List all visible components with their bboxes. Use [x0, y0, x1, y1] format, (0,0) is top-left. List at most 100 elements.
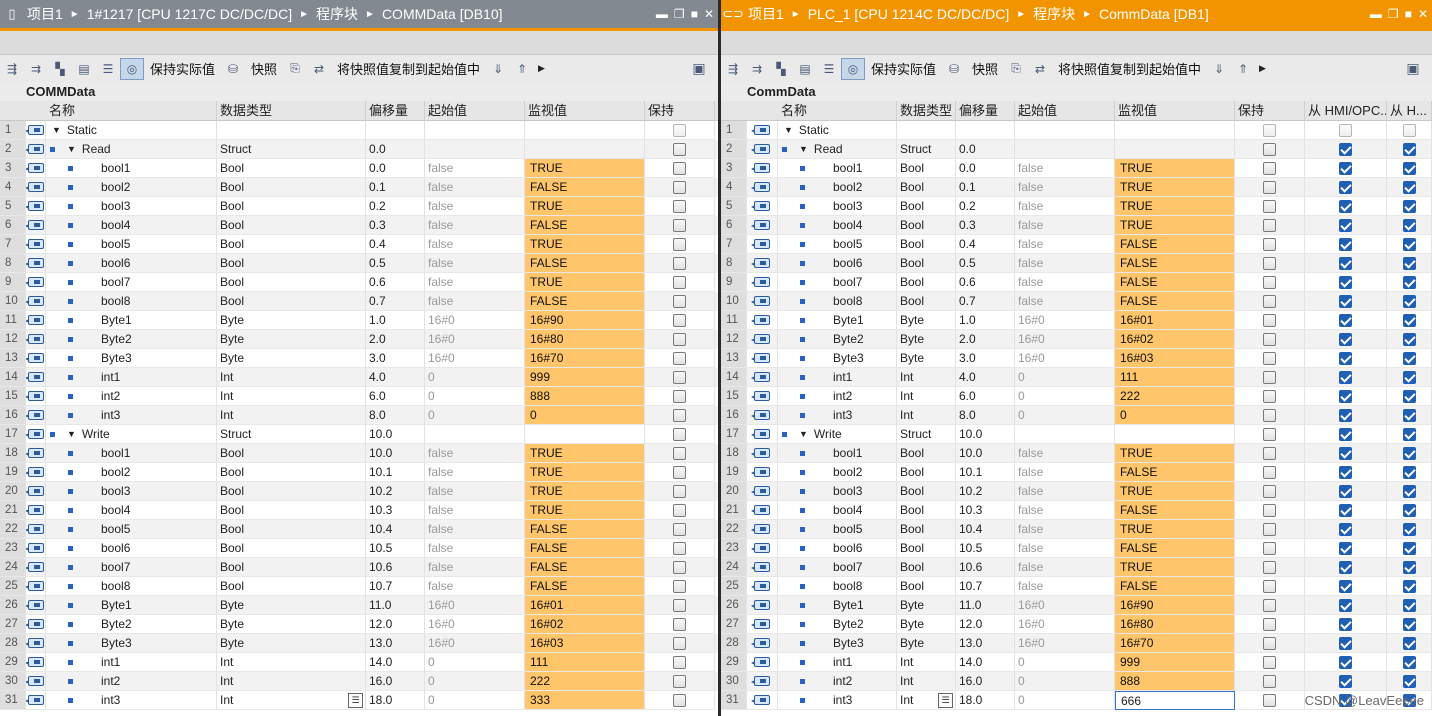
retain-checkbox[interactable]: [1263, 655, 1276, 669]
table-row[interactable]: 21 bool4 Bool 10.3 false TRUE: [0, 501, 718, 520]
data-type[interactable]: Bool: [217, 178, 366, 197]
monitor-value[interactable]: FALSE: [1115, 501, 1235, 520]
data-type[interactable]: Bool: [897, 539, 956, 558]
hmi-write-cell[interactable]: [1387, 121, 1432, 140]
monitor-value[interactable]: FALSE: [525, 558, 645, 577]
data-type[interactable]: Bool: [217, 292, 366, 311]
variable-name-cell[interactable]: ▼ Static: [46, 121, 217, 140]
start-value[interactable]: false: [1015, 273, 1115, 292]
data-type[interactable]: Bool: [217, 216, 366, 235]
start-value[interactable]: 0: [1015, 691, 1115, 710]
layout-icon[interactable]: ▣: [1402, 58, 1424, 78]
data-type[interactable]: Byte: [217, 311, 366, 330]
hmi-access-cell[interactable]: [1305, 672, 1387, 691]
data-type[interactable]: Int: [217, 653, 366, 672]
retain-cell[interactable]: [645, 235, 715, 254]
monitor-value[interactable]: 0: [525, 406, 645, 425]
monitor-value[interactable]: FALSE: [1115, 273, 1235, 292]
hmi-write-checkbox[interactable]: [1402, 560, 1416, 574]
variable-name-cell[interactable]: int1: [778, 653, 897, 672]
monitor-value[interactable]: TRUE: [525, 197, 645, 216]
retain-checkbox[interactable]: [673, 199, 686, 213]
retain-checkbox[interactable]: [673, 161, 686, 175]
table-row[interactable]: 27 Byte2 Byte 12.0 16#0 16#02: [0, 615, 718, 634]
start-value[interactable]: false: [425, 463, 525, 482]
hmi-access-checkbox[interactable]: [1339, 617, 1352, 631]
hmi-write-cell[interactable]: [1387, 425, 1432, 444]
retain-cell[interactable]: [1235, 615, 1305, 634]
retain-checkbox[interactable]: [1263, 294, 1276, 308]
monitor-value[interactable]: TRUE: [1115, 197, 1235, 216]
data-type[interactable]: Byte: [897, 634, 956, 653]
close-icon[interactable]: ✕: [704, 7, 714, 21]
retain-checkbox[interactable]: [1263, 408, 1276, 422]
retain-cell[interactable]: [1235, 463, 1305, 482]
monitor-value[interactable]: TRUE: [1115, 482, 1235, 501]
hmi-access-checkbox[interactable]: [1339, 579, 1352, 593]
variable-name-cell[interactable]: int3: [778, 691, 897, 710]
data-type[interactable]: Bool: [897, 482, 956, 501]
list-icon[interactable]: ☰: [817, 58, 841, 80]
monitor-value[interactable]: 888: [525, 387, 645, 406]
hmi-write-cell[interactable]: [1387, 558, 1432, 577]
variable-name-cell[interactable]: bool1: [46, 159, 217, 178]
hmi-access-checkbox[interactable]: [1339, 541, 1352, 555]
start-value[interactable]: 0: [1015, 406, 1115, 425]
monitor-value[interactable]: TRUE: [1115, 520, 1235, 539]
start-value[interactable]: false: [1015, 444, 1115, 463]
variable-name-cell[interactable]: int1: [778, 368, 897, 387]
hmi-access-cell[interactable]: [1305, 178, 1387, 197]
edit-icon[interactable]: ☰: [938, 693, 953, 708]
variable-name-cell[interactable]: bool5: [778, 235, 897, 254]
monitor-value[interactable]: 888: [1115, 672, 1235, 691]
data-type[interactable]: Bool: [897, 216, 956, 235]
hmi-write-checkbox[interactable]: [1402, 522, 1416, 536]
table-row[interactable]: 30 int2 Int 16.0 0 222: [0, 672, 718, 691]
table-row[interactable]: 13 Byte3 Byte 3.0 16#0 16#70: [0, 349, 718, 368]
retain-checkbox[interactable]: [1263, 218, 1276, 232]
retain-cell[interactable]: [1235, 482, 1305, 501]
hmi-write-checkbox[interactable]: [1402, 218, 1416, 232]
start-value[interactable]: false: [425, 501, 525, 520]
start-value[interactable]: 0: [1015, 387, 1115, 406]
retain-cell[interactable]: [1235, 159, 1305, 178]
upload-icon[interactable]: ⇑: [1231, 58, 1255, 80]
retain-checkbox[interactable]: [1263, 389, 1276, 403]
variable-name-cell[interactable]: ▼ Write: [778, 425, 897, 444]
load-icon[interactable]: ⇄: [1028, 58, 1052, 80]
data-type[interactable]: Int: [217, 387, 366, 406]
table-row[interactable]: 29 int1 Int 14.0 0 111: [0, 653, 718, 672]
start-value[interactable]: 0: [1015, 672, 1115, 691]
start-value[interactable]: 16#0: [1015, 311, 1115, 330]
toolbar-overflow-icon[interactable]: ▶: [534, 63, 549, 74]
data-type[interactable]: Bool: [897, 577, 956, 596]
start-value[interactable]: false: [425, 520, 525, 539]
table-row[interactable]: 20 bool3 Bool 10.2 false TRUE: [721, 482, 1432, 501]
start-value[interactable]: 0: [425, 368, 525, 387]
hmi-access-checkbox[interactable]: [1339, 674, 1352, 688]
retain-cell[interactable]: [645, 520, 715, 539]
retain-cell[interactable]: [645, 596, 715, 615]
hmi-write-cell[interactable]: [1387, 235, 1432, 254]
table-row[interactable]: 9 bool7 Bool 0.6 false TRUE: [0, 273, 718, 292]
data-type[interactable]: Bool: [897, 558, 956, 577]
hmi-access-checkbox[interactable]: [1339, 294, 1352, 308]
hmi-access-checkbox[interactable]: [1339, 351, 1352, 365]
variable-name-cell[interactable]: bool4: [46, 216, 217, 235]
hmi-access-cell[interactable]: [1305, 216, 1387, 235]
hmi-write-cell[interactable]: [1387, 254, 1432, 273]
variable-name-cell[interactable]: bool8: [46, 577, 217, 596]
retain-cell[interactable]: [1235, 672, 1305, 691]
hmi-access-checkbox[interactable]: [1339, 427, 1352, 441]
start-value[interactable]: 16#0: [425, 311, 525, 330]
hmi-access-checkbox[interactable]: [1339, 503, 1352, 517]
hmi-write-cell[interactable]: [1387, 672, 1432, 691]
hmi-write-checkbox[interactable]: [1402, 446, 1416, 460]
data-type[interactable]: Bool: [897, 444, 956, 463]
collapse-icon[interactable]: ▤: [72, 58, 96, 80]
data-type[interactable]: Bool: [217, 444, 366, 463]
column-header[interactable]: 从 HMI/OPC...: [1305, 101, 1387, 121]
retain-cell[interactable]: [645, 387, 715, 406]
monitor-value[interactable]: TRUE: [1115, 558, 1235, 577]
data-type[interactable]: Bool: [897, 292, 956, 311]
